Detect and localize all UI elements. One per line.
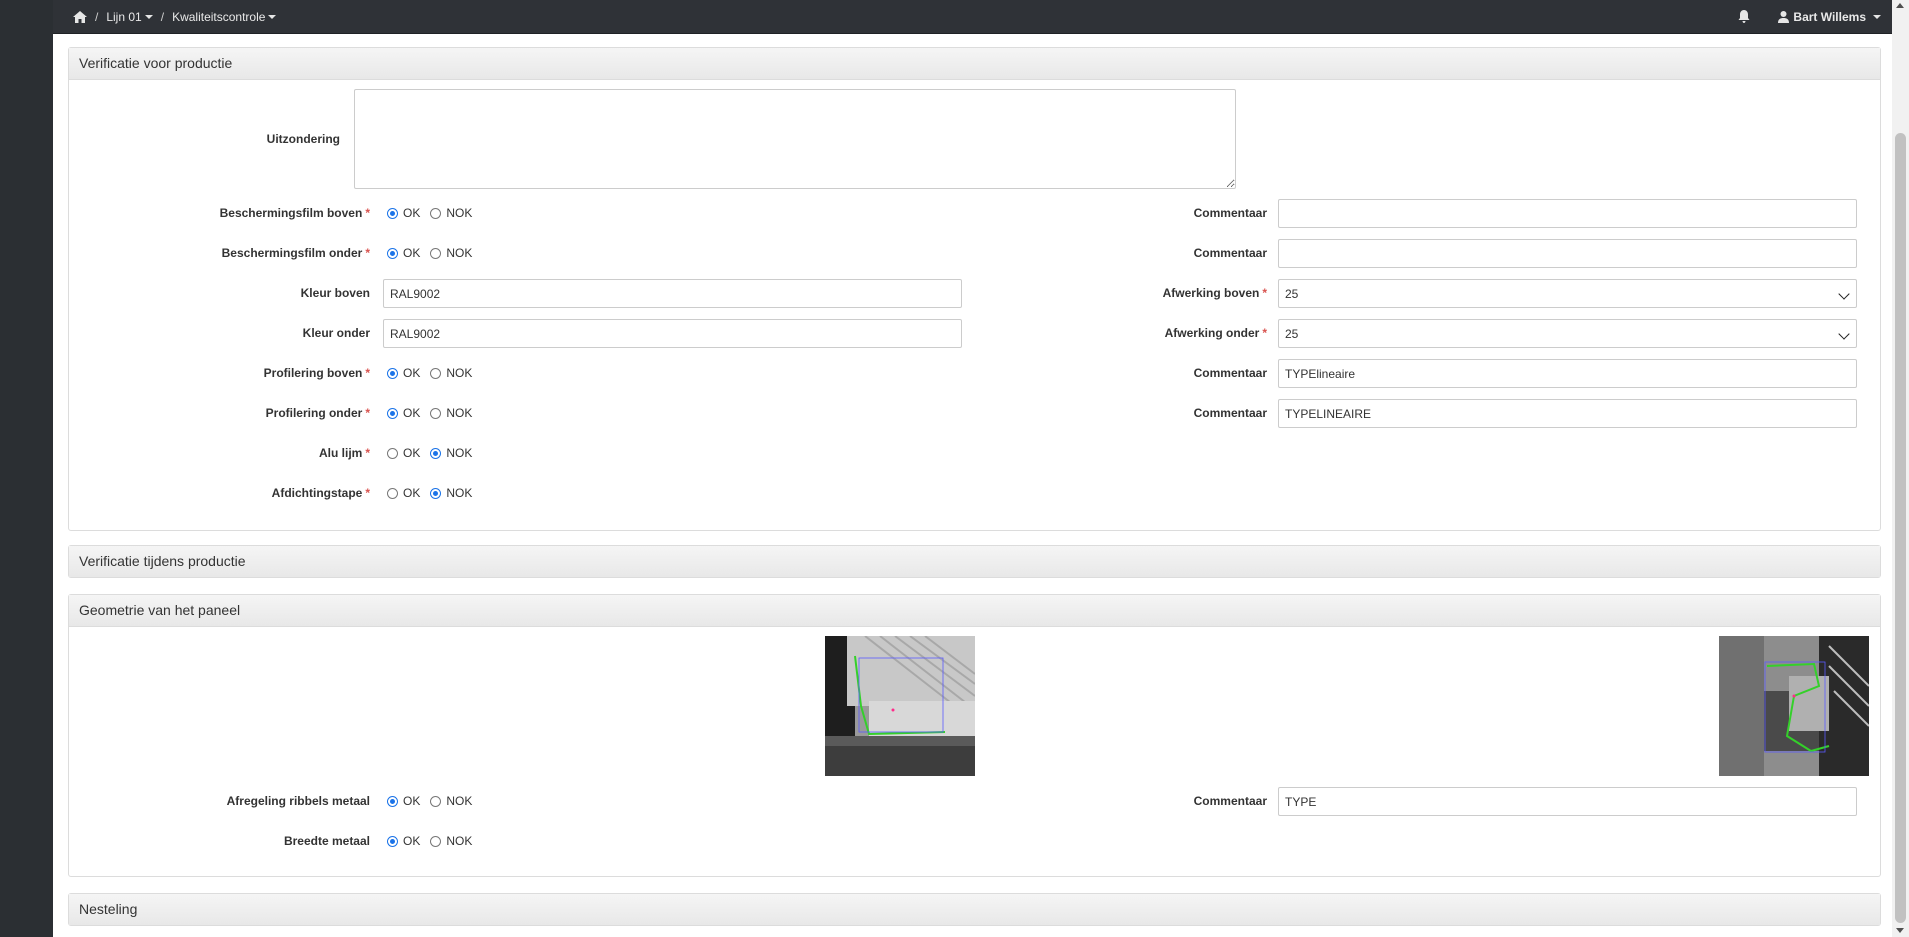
- beschermingsfilm-onder-label: Beschermingsfilm onder *: [221, 246, 370, 260]
- bell-icon[interactable]: [1738, 10, 1750, 23]
- afwerking-boven-select[interactable]: 25: [1278, 279, 1857, 308]
- afwerking-onder-label: Afwerking onder *: [1164, 326, 1267, 340]
- nok-radio[interactable]: [430, 835, 442, 847]
- left-sidebar: [0, 0, 53, 937]
- kleur-onder-label: Kleur onder: [302, 326, 370, 340]
- home-icon[interactable]: [73, 10, 87, 23]
- scroll-up-icon[interactable]: [1896, 3, 1904, 8]
- afdichtingstape-radio-group: OK NOK: [387, 486, 482, 500]
- alu-lijm-label: Alu lijm *: [318, 446, 370, 460]
- required-marker: *: [365, 446, 370, 460]
- breadcrumb-kwaliteitscontrole[interactable]: Kwaliteitscontrole: [172, 10, 277, 24]
- panel-title[interactable]: Verificatie tijdens productie: [69, 546, 1880, 577]
- afwerking-boven-label: Afwerking boven *: [1162, 286, 1267, 300]
- profilering-boven-label: Profilering boven *: [263, 366, 370, 380]
- profilering-onder-radio-group: OK NOK: [387, 406, 482, 420]
- beschermingsfilm-onder-radio-group: OK NOK: [387, 246, 482, 260]
- required-marker: *: [1262, 286, 1267, 300]
- commentaar-input-beschermingsfilm-onder[interactable]: [1278, 239, 1857, 268]
- ok-radio[interactable]: [387, 247, 398, 259]
- page-scrollbar[interactable]: [1892, 0, 1909, 937]
- alu-lijm-radio-group: OK NOK: [387, 446, 482, 460]
- commentaar-label: Commentaar: [1193, 246, 1267, 260]
- nok-radio[interactable]: [430, 447, 442, 459]
- geometry-image-left[interactable]: [825, 636, 975, 776]
- chevron-down-icon: [1838, 328, 1850, 340]
- top-navbar: / Lijn 01 / Kwaliteitscontrole Bart Will…: [53, 0, 1909, 34]
- commentaar-label: Commentaar: [1193, 794, 1267, 808]
- uitzondering-textarea[interactable]: [354, 89, 1236, 189]
- breadcrumb-lijn[interactable]: Lijn 01: [106, 10, 153, 24]
- ok-radio[interactable]: [387, 207, 398, 219]
- afregeling-ribbels-metaal-label: Afregeling ribbels metaal: [226, 794, 370, 808]
- panel-title[interactable]: Geometrie van het paneel: [69, 595, 1880, 627]
- ok-radio[interactable]: [387, 487, 398, 499]
- nok-radio[interactable]: [430, 207, 442, 219]
- breedte-metaal-label: Breedte metaal: [283, 834, 370, 848]
- chevron-down-icon: [144, 15, 153, 20]
- user-icon: [1778, 10, 1790, 23]
- commentaar-input-afregeling[interactable]: [1278, 787, 1857, 816]
- nok-radio[interactable]: [430, 795, 442, 807]
- chevron-down-icon: [1873, 14, 1881, 19]
- breadcrumb-separator: /: [95, 9, 99, 24]
- commentaar-input-beschermingsfilm-boven[interactable]: [1278, 199, 1857, 228]
- panel-verificatie-tijdens-productie: Verificatie tijdens productie: [68, 545, 1881, 578]
- required-marker: *: [365, 246, 370, 260]
- required-marker: *: [365, 406, 370, 420]
- afregeling-ribbels-metaal-radio-group: OK NOK: [387, 794, 482, 808]
- uitzondering-label: Uitzondering: [266, 132, 340, 146]
- ok-radio[interactable]: [387, 407, 398, 419]
- required-marker: *: [365, 486, 370, 500]
- nok-radio[interactable]: [430, 407, 442, 419]
- breadcrumb-separator: /: [160, 9, 165, 24]
- beschermingsfilm-boven-label: Beschermingsfilm boven *: [219, 206, 370, 220]
- commentaar-label: Commentaar: [1193, 406, 1267, 420]
- required-marker: *: [365, 366, 370, 380]
- profilering-boven-radio-group: OK NOK: [387, 366, 482, 380]
- required-marker: *: [365, 206, 370, 220]
- chevron-down-icon: [268, 15, 277, 20]
- ok-radio[interactable]: [387, 795, 398, 807]
- ok-radio[interactable]: [387, 835, 398, 847]
- user-name: Bart Willems: [1793, 9, 1866, 24]
- commentaar-label: Commentaar: [1193, 366, 1267, 380]
- commentaar-input-profilering-boven[interactable]: [1278, 359, 1857, 388]
- required-marker: *: [1262, 326, 1267, 340]
- commentaar-label: Commentaar: [1193, 206, 1267, 220]
- panel-title[interactable]: Verificatie voor productie: [69, 48, 1880, 80]
- profilering-onder-label: Profilering onder *: [265, 406, 370, 420]
- geometry-image-right[interactable]: [1719, 636, 1869, 776]
- kleur-boven-input[interactable]: [383, 279, 962, 308]
- user-menu[interactable]: Bart Willems: [1778, 10, 1881, 24]
- nok-radio[interactable]: [430, 487, 442, 499]
- panel-title[interactable]: Nesteling: [69, 894, 1880, 925]
- nok-radio[interactable]: [430, 367, 442, 379]
- afwerking-onder-select[interactable]: 25: [1278, 319, 1857, 348]
- afdichtingstape-label: Afdichtingstape *: [271, 486, 370, 500]
- ok-radio[interactable]: [387, 447, 398, 459]
- panel-nesteling: Nesteling: [68, 893, 1881, 926]
- scroll-down-icon[interactable]: [1896, 928, 1904, 933]
- breedte-metaal-radio-group: OK NOK: [387, 834, 482, 848]
- scroll-thumb[interactable]: [1895, 133, 1906, 923]
- kleur-boven-label: Kleur boven: [300, 286, 370, 300]
- nok-radio[interactable]: [430, 247, 442, 259]
- kleur-onder-input[interactable]: [383, 319, 962, 348]
- beschermingsfilm-boven-radio-group: OK NOK: [387, 206, 482, 220]
- commentaar-input-profilering-onder[interactable]: [1278, 399, 1857, 428]
- chevron-down-icon: [1838, 288, 1850, 300]
- breadcrumb: / Lijn 01 / Kwaliteitscontrole: [63, 0, 277, 33]
- ok-radio[interactable]: [387, 367, 398, 379]
